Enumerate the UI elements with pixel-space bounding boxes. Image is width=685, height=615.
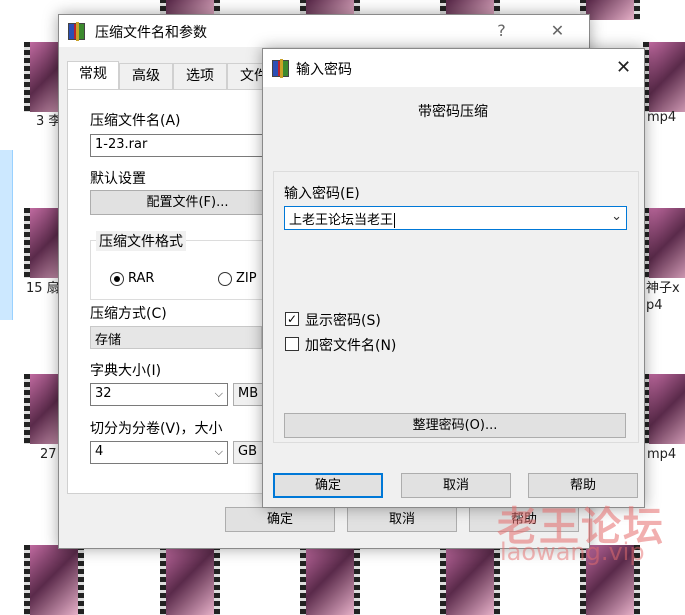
video-thumbnail[interactable] xyxy=(300,545,360,615)
password-value: 上老王论坛当老王 xyxy=(289,213,394,228)
selected-file-tile[interactable] xyxy=(0,150,13,320)
chevron-down-icon: ⌵ xyxy=(214,445,223,458)
archive-name-input[interactable]: 1-23.rar xyxy=(90,134,290,157)
password-input[interactable]: 上老王论坛当老王 ⌄ xyxy=(284,206,627,230)
organize-passwords-button[interactable]: 整理密码(O)... xyxy=(284,413,626,438)
watermark-url: laowang.vip xyxy=(500,538,645,566)
show-password-checkbox[interactable]: ✓ xyxy=(285,312,299,326)
archive-format-label: 压缩文件格式 xyxy=(96,231,186,251)
file-name-label: p4 xyxy=(646,298,663,313)
default-settings-label: 默认设置 xyxy=(90,171,146,187)
ok-button[interactable]: 确定 xyxy=(273,473,383,498)
file-name-label: mp4 xyxy=(647,110,677,125)
tab-options[interactable]: 选项 xyxy=(173,63,227,89)
ok-button[interactable]: 确定 xyxy=(225,507,335,532)
dictionary-size-label: 字典大小(I) xyxy=(90,363,162,379)
help-icon[interactable]: ? xyxy=(479,15,524,47)
compression-method-select[interactable]: 存储 xyxy=(90,326,262,349)
dictionary-size-value: 32 xyxy=(95,386,112,401)
dialog-heading: 带密码压缩 xyxy=(418,104,488,120)
rar-radio[interactable] xyxy=(110,272,124,286)
chevron-down-icon[interactable]: ⌄ xyxy=(611,209,622,224)
cancel-button[interactable]: 取消 xyxy=(347,507,457,532)
file-name-label: 15 扇 xyxy=(26,281,60,296)
video-thumbnail[interactable] xyxy=(160,545,220,615)
archive-name-label: 压缩文件名(A) xyxy=(90,113,181,129)
dictionary-unit[interactable]: MB xyxy=(233,383,263,406)
encrypt-file-names-label: 加密文件名(N) xyxy=(305,338,397,354)
split-size-unit[interactable]: GB xyxy=(233,441,263,464)
file-name-label: 27 xyxy=(40,447,57,462)
video-thumbnail[interactable] xyxy=(643,42,685,112)
video-thumbnail[interactable] xyxy=(440,545,500,615)
video-thumbnail[interactable] xyxy=(24,545,84,615)
compression-method-label: 压缩方式(C) xyxy=(90,306,167,322)
cancel-button[interactable]: 取消 xyxy=(401,473,511,498)
password-label: 输入密码(E) xyxy=(284,186,360,202)
enter-password-dialog: 输入密码 ✕ 带密码压缩 输入密码(E) 上老王论坛当老王 ⌄ ✓ 显示密码(S… xyxy=(262,48,645,508)
winrar-icon xyxy=(272,59,289,78)
file-name-label: 神子x xyxy=(646,281,680,296)
tab-general[interactable]: 常规 xyxy=(67,61,119,89)
show-password-label: 显示密码(S) xyxy=(305,313,381,329)
dialog-title: 压缩文件名和参数 xyxy=(95,25,207,41)
encrypt-file-names-checkbox[interactable] xyxy=(285,337,299,351)
tab-advanced[interactable]: 高级 xyxy=(119,63,173,89)
file-name-label: mp4 xyxy=(647,447,677,462)
split-volumes-label: 切分为分卷(V)，大小 xyxy=(90,421,223,437)
dictionary-size-select[interactable]: 32 ⌵ xyxy=(90,383,228,406)
split-size-select[interactable]: 4 ⌵ xyxy=(90,441,228,464)
dialog-title: 输入密码 xyxy=(296,62,352,78)
zip-radio-label: ZIP xyxy=(236,271,257,286)
profiles-button[interactable]: 配置文件(F)... xyxy=(90,190,285,215)
zip-radio[interactable] xyxy=(218,272,232,286)
title-bar[interactable]: 压缩文件名和参数 ? ✕ xyxy=(59,15,589,47)
title-bar[interactable]: 输入密码 ✕ xyxy=(263,49,644,87)
winrar-icon xyxy=(68,22,85,41)
rar-radio-label: RAR xyxy=(128,271,155,286)
video-thumbnail[interactable] xyxy=(643,208,685,278)
split-size-value: 4 xyxy=(95,444,104,459)
chevron-down-icon: ⌵ xyxy=(214,387,223,400)
video-thumbnail[interactable] xyxy=(643,374,685,444)
close-icon[interactable]: ✕ xyxy=(601,52,646,84)
close-icon[interactable]: ✕ xyxy=(535,15,580,47)
text-cursor xyxy=(394,213,396,228)
